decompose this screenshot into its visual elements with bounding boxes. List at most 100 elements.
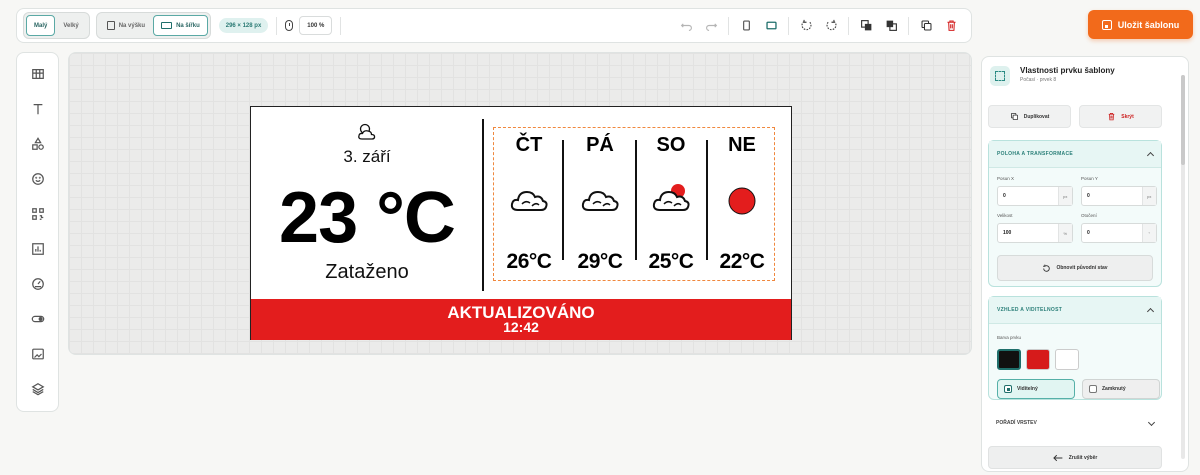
rotation-label: Otočení	[1081, 213, 1097, 218]
gauge-icon	[31, 278, 44, 290]
image-icon	[31, 348, 44, 360]
forecast-day-temp: 26°C	[506, 250, 552, 273]
rail-emoji-tool[interactable]	[24, 166, 52, 192]
pos-y-unit: px	[1141, 187, 1156, 205]
transform-section-title: POLOHA A TRANSFORMACE	[997, 151, 1074, 157]
hide-button[interactable]: Skrýt	[1079, 105, 1162, 128]
rail-qr-tool[interactable]	[24, 201, 52, 227]
layer-order-row[interactable]: POŘADÍ VRSTEV	[988, 411, 1162, 435]
toolbar-divider	[276, 16, 278, 35]
eink-display-preview[interactable]: 3. září 23 °C Zataženo ČT 26°C PÁ 29°C S…	[250, 106, 792, 340]
landscape-rect-icon	[765, 21, 777, 30]
size-input[interactable]	[998, 224, 1058, 242]
rotation-input[interactable]	[1082, 224, 1142, 242]
visible-toggle[interactable]: Viditelný	[997, 379, 1075, 399]
rotate-right-icon	[825, 19, 837, 31]
color-swatch-white[interactable]	[1055, 349, 1079, 370]
cancel-selection-button[interactable]: Zrušit výběr	[988, 446, 1162, 469]
cancel-selection-label: Zrušit výběr	[1068, 454, 1098, 461]
pos-y-input[interactable]	[1082, 187, 1142, 205]
current-date: 3. září	[343, 147, 391, 166]
rail-toggle-tool[interactable]	[24, 306, 52, 332]
save-template-button[interactable]: Uložit šablonu	[1088, 10, 1193, 39]
rail-shapes-tool[interactable]	[24, 131, 52, 157]
transform-section-header[interactable]: POLOHA A TRANSFORMACE	[989, 141, 1161, 168]
bring-forward-button[interactable]	[858, 18, 874, 34]
forecast-day-name: NE	[728, 134, 756, 156]
copy-icon	[921, 20, 931, 31]
toggle-icon	[31, 315, 44, 323]
chevron-up-icon	[1146, 151, 1155, 159]
duplicate-toolbar-button[interactable]	[918, 18, 934, 34]
visible-label: Viditelný	[1017, 386, 1038, 392]
zoom-value: 100 %	[307, 22, 325, 29]
toolbar-divider	[728, 16, 729, 35]
hide-label: Skrýt	[1121, 113, 1134, 120]
rail-text-tool[interactable]	[24, 96, 52, 122]
redo-button[interactable]	[703, 18, 719, 34]
update-banner: AKTUALIZOVÁNO 12:42	[251, 299, 791, 340]
undo-button[interactable]	[678, 18, 694, 34]
zoom-input[interactable]: 100 %	[299, 16, 333, 35]
color-swatch-black[interactable]	[997, 349, 1021, 370]
forecast-day-name: SO	[656, 134, 686, 156]
orientation-landscape-label: Na šířku	[176, 22, 200, 29]
element-select-icon	[990, 66, 1010, 86]
rotate-left-button[interactable]	[798, 18, 814, 34]
layers-icon	[31, 383, 44, 396]
cloud-sun-icon	[358, 123, 376, 140]
forecast-day-temp: 29°C	[577, 250, 623, 273]
color-label: Barva prvku	[997, 335, 1022, 340]
chart-icon	[31, 243, 44, 255]
rail-chart-tool[interactable]	[24, 236, 52, 262]
pos-x-input[interactable]	[998, 187, 1058, 205]
rail-gauge-tool[interactable]	[24, 271, 52, 297]
duplicate-button[interactable]: Duplikovat	[988, 105, 1071, 128]
forecast-day-name: PÁ	[586, 134, 614, 156]
toolbar-divider	[788, 16, 789, 35]
send-backward-button[interactable]	[883, 18, 899, 34]
tool-rail	[16, 52, 59, 412]
pos-x-label: Posun X	[997, 176, 1015, 181]
cloud-icon	[510, 190, 548, 211]
forecast-day-name: ČT	[515, 134, 543, 156]
floppy-icon	[1101, 19, 1112, 30]
forecast-element-selected[interactable]: ČT 26°C PÁ 29°C SO 25°C NE 22°C	[493, 127, 775, 281]
forecast-day: ČT 26°C	[494, 128, 564, 280]
appearance-section-title: VZHLED A VIDITELNOST	[997, 307, 1063, 313]
orientation-landscape-button[interactable]: Na šířku	[153, 15, 208, 36]
smiley-icon	[31, 173, 44, 185]
rotation-field: °	[1081, 223, 1157, 243]
portrait-view-button[interactable]	[738, 18, 754, 34]
rail-layers-tool[interactable]	[24, 376, 52, 402]
landscape-view-button[interactable]	[763, 18, 779, 34]
reset-button[interactable]: Obnovit původní stav	[997, 255, 1153, 281]
forecast-day: SO 25°C	[636, 128, 706, 280]
orientation-portrait-label: Na výšku	[118, 22, 146, 29]
appearance-section-header[interactable]: VZHLED A VIDITELNOST	[989, 297, 1161, 324]
rotate-right-button[interactable]	[823, 18, 839, 34]
chevron-down-icon	[1147, 418, 1156, 426]
size-large-button[interactable]: Velký	[55, 15, 86, 36]
delete-toolbar-button[interactable]	[943, 18, 959, 34]
panel-header: Vlastnosti prvku šablony Počasí · prvek …	[990, 66, 1115, 86]
rail-table-tool[interactable]	[24, 61, 52, 87]
reset-label: Obnovit původní stav	[1056, 265, 1108, 271]
panel-scrollbar[interactable]	[1181, 75, 1185, 459]
rail-image-tool[interactable]	[24, 341, 52, 367]
orientation-portrait-button[interactable]: Na výšku	[99, 15, 153, 36]
landscape-icon	[161, 22, 173, 29]
trash-icon	[1108, 113, 1115, 121]
size-large-label: Velký	[63, 22, 79, 29]
redo-icon	[705, 23, 717, 31]
locked-toggle[interactable]: Zamknutý	[1082, 379, 1160, 399]
size-small-button[interactable]: Malý	[26, 15, 56, 36]
toolbar-actions	[678, 16, 965, 35]
portrait-icon	[106, 21, 115, 30]
table-icon	[31, 69, 44, 79]
arrow-left-icon	[1052, 454, 1063, 461]
locked-checkbox	[1089, 385, 1097, 393]
pos-x-unit: px	[1057, 187, 1072, 205]
color-swatch-red[interactable]	[1026, 349, 1050, 370]
size-field: %	[997, 223, 1073, 243]
